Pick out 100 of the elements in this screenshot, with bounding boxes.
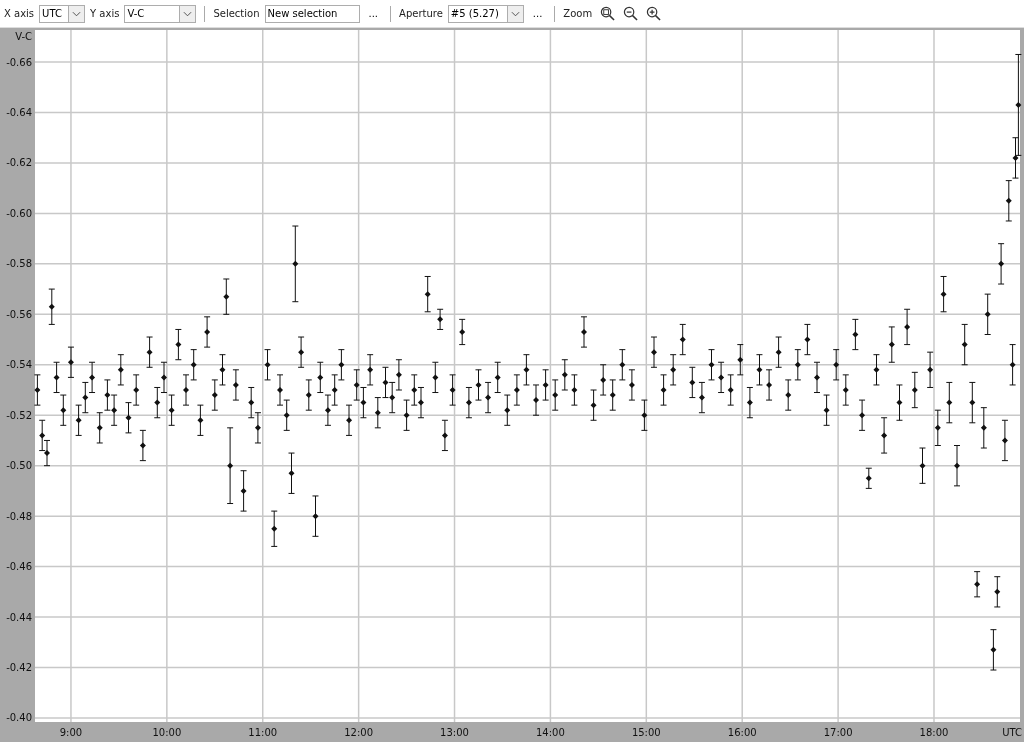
data-point bbox=[968, 381, 976, 424]
selection-more-button[interactable]: ... bbox=[364, 8, 383, 19]
x-tick-label: 17:00 bbox=[823, 727, 853, 738]
x-axis-dropdown[interactable]: UTC bbox=[39, 4, 86, 23]
data-point bbox=[475, 369, 482, 401]
data-point bbox=[139, 429, 147, 462]
data-point bbox=[441, 419, 449, 452]
data-point bbox=[903, 308, 911, 346]
data-point bbox=[297, 336, 305, 368]
data-point bbox=[288, 452, 295, 494]
aperture-label: Aperture bbox=[399, 8, 443, 19]
data-point bbox=[196, 404, 204, 436]
data-point bbox=[1009, 344, 1017, 386]
y-tick-label: -0.42 bbox=[6, 662, 32, 673]
x-tick-label: 12:00 bbox=[344, 727, 374, 738]
data-point bbox=[940, 276, 948, 313]
selection-field[interactable]: New selection bbox=[264, 4, 360, 23]
y-axis-dropdown[interactable]: V-C bbox=[124, 4, 197, 23]
data-point bbox=[640, 399, 648, 431]
data-point bbox=[980, 407, 988, 449]
x-tick-label: 9:00 bbox=[59, 727, 83, 738]
data-point bbox=[117, 354, 125, 386]
y-tick-label: -0.54 bbox=[6, 359, 32, 371]
y-tick-label: -0.48 bbox=[6, 510, 32, 522]
data-point bbox=[911, 371, 919, 409]
data-point bbox=[424, 276, 432, 313]
data-point bbox=[765, 369, 773, 401]
data-point bbox=[997, 243, 1005, 285]
data-point bbox=[305, 379, 313, 411]
data-point bbox=[926, 351, 934, 388]
zoom-label: Zoom bbox=[563, 8, 593, 19]
data-point bbox=[48, 288, 56, 325]
data-point bbox=[688, 366, 696, 399]
y-axis-title: V-C bbox=[15, 31, 32, 42]
data-point bbox=[33, 374, 41, 406]
data-point bbox=[580, 316, 588, 348]
x-tick-label: 11:00 bbox=[248, 727, 278, 738]
data-point bbox=[984, 293, 992, 335]
y-tick-label: -0.66 bbox=[6, 56, 32, 68]
data-point bbox=[708, 349, 715, 381]
y-tick-label: -0.64 bbox=[6, 107, 32, 118]
data-point bbox=[345, 404, 353, 436]
data-point bbox=[431, 361, 439, 393]
data-point bbox=[465, 387, 473, 419]
data-point bbox=[993, 576, 1001, 608]
x-tick-label: 16:00 bbox=[727, 727, 757, 738]
zoom-fit-icon[interactable] bbox=[600, 6, 616, 21]
data-point bbox=[717, 361, 725, 393]
data-point bbox=[146, 336, 154, 368]
data-point bbox=[895, 384, 903, 421]
data-point bbox=[270, 510, 278, 547]
y-tick-label: -0.58 bbox=[6, 258, 32, 270]
data-point bbox=[784, 379, 792, 411]
x-tick-label: 18:00 bbox=[919, 727, 949, 738]
data-point bbox=[628, 369, 636, 401]
data-point bbox=[858, 399, 866, 431]
data-point bbox=[232, 369, 240, 401]
zoom-in-icon[interactable] bbox=[646, 6, 662, 21]
y-tick-label: -0.52 bbox=[6, 409, 32, 421]
y-tick-label: -0.46 bbox=[6, 561, 32, 573]
data-point bbox=[484, 381, 492, 414]
data-point bbox=[832, 349, 840, 381]
data-point bbox=[851, 318, 859, 351]
aperture-dropdown[interactable]: #5 (5.27) bbox=[447, 4, 524, 23]
chevron-down-icon bbox=[506, 5, 523, 22]
data-point bbox=[823, 394, 831, 426]
data-point bbox=[813, 361, 821, 393]
data-point bbox=[1001, 419, 1009, 462]
data-point bbox=[872, 354, 880, 386]
data-point bbox=[919, 447, 926, 484]
data-point bbox=[264, 349, 272, 381]
data-point bbox=[436, 308, 444, 330]
y-tick-label: -0.62 bbox=[6, 157, 32, 169]
data-point bbox=[532, 384, 540, 416]
chevron-down-icon bbox=[179, 5, 196, 22]
zoom-out-icon[interactable] bbox=[623, 6, 639, 21]
data-point bbox=[888, 326, 896, 363]
data-point bbox=[961, 323, 969, 366]
x-axis-title: UTC bbox=[1002, 727, 1022, 738]
data-point bbox=[650, 336, 658, 368]
x-axis-label: X axis bbox=[4, 8, 35, 19]
x-tick-label: 13:00 bbox=[440, 727, 469, 738]
y-tick-label: -0.40 bbox=[6, 712, 32, 724]
data-point bbox=[775, 336, 783, 368]
data-point bbox=[973, 571, 981, 598]
data-point bbox=[174, 328, 182, 361]
data-point bbox=[222, 278, 230, 315]
data-point bbox=[989, 629, 997, 671]
data-point bbox=[203, 316, 211, 348]
data-point bbox=[953, 445, 961, 487]
x-tick-label: 10:00 bbox=[152, 727, 182, 738]
data-point bbox=[880, 417, 888, 454]
data-point bbox=[240, 470, 248, 512]
y-tick-label: -0.44 bbox=[6, 611, 32, 623]
y-tick-label: -0.56 bbox=[6, 308, 32, 320]
aperture-more-button[interactable]: ... bbox=[528, 8, 547, 19]
x-tick-label: 15:00 bbox=[631, 727, 661, 738]
data-point bbox=[312, 495, 319, 537]
data-point bbox=[449, 374, 457, 406]
data-point bbox=[679, 323, 687, 356]
